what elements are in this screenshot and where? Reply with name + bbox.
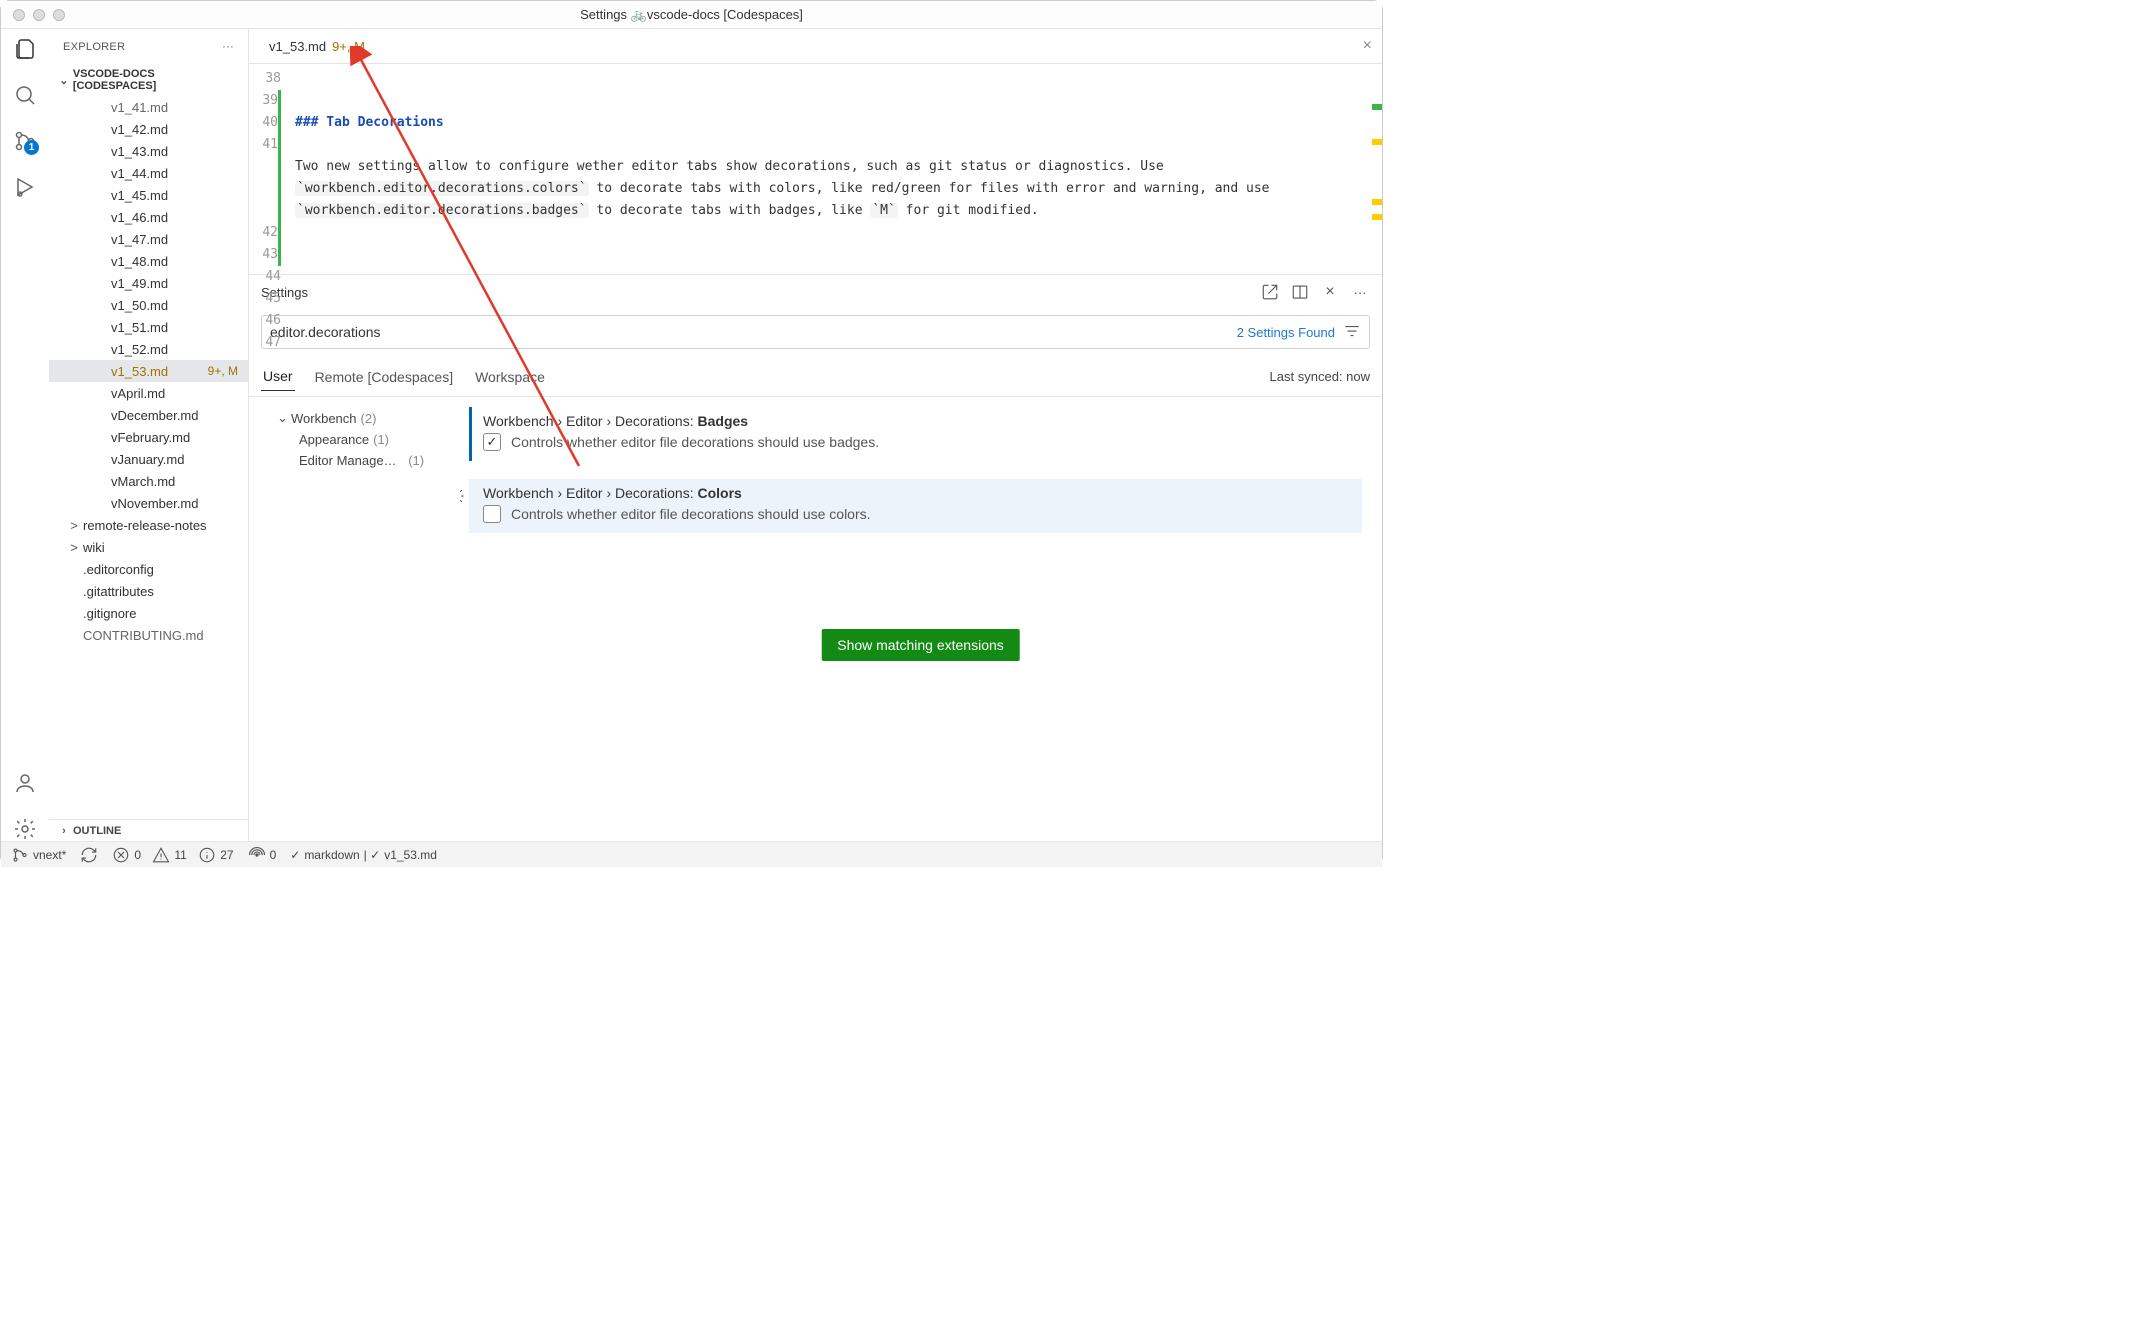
file-item[interactable]: v1_46.md	[49, 206, 248, 228]
sync-icon[interactable]	[80, 846, 98, 864]
problems-indicator[interactable]: 0 11 27	[112, 846, 233, 864]
settings-sync-status: Last synced: now	[1270, 369, 1370, 384]
file-item[interactable]: v1_42.md	[49, 118, 248, 140]
settings-more-icon[interactable]: ···	[1350, 282, 1370, 302]
file-item[interactable]: v1_50.md	[49, 294, 248, 316]
search-icon[interactable]	[13, 83, 37, 107]
account-icon[interactable]	[13, 771, 37, 795]
editor-content[interactable]: ### Tab Decorations Two new settings all…	[289, 64, 1382, 274]
outline-section[interactable]: › OUTLINE	[49, 819, 248, 841]
ports-indicator[interactable]: 0	[248, 846, 277, 864]
language-indicator[interactable]: ✓ markdown | ✓ v1_53.md	[290, 848, 437, 862]
branch-indicator[interactable]: vnext*	[11, 846, 66, 864]
settings-tab-remote[interactable]: Remote [Codespaces]	[313, 363, 456, 391]
editor-pane[interactable]: 38 39 40 41 42 43 44 45 46 47 ### Tab De…	[249, 64, 1382, 274]
zoom-window-icon[interactable]	[53, 9, 65, 21]
settings-pane: Settings × ··· 2 Settings Found User Rem…	[249, 274, 1382, 669]
file-item[interactable]: v1_45.md	[49, 184, 248, 206]
file-item[interactable]: vFebruary.md	[49, 426, 248, 448]
chevron-down-icon: ⌄	[277, 410, 287, 426]
file-item[interactable]: vApril.md	[49, 382, 248, 404]
tab-v1-53[interactable]: v1_53.md 9+, M	[259, 29, 375, 63]
file-item[interactable]: v1_51.md	[49, 316, 248, 338]
tab-label: v1_53.md	[269, 39, 326, 54]
overview-ruler[interactable]	[1368, 64, 1382, 274]
file-item[interactable]: .gitattributes	[49, 580, 248, 602]
sidebar: EXPLORER ··· ⌄ VSCODE-DOCS [CODESPACES] …	[49, 29, 249, 841]
file-item[interactable]: v1_53.md9+, M	[49, 360, 248, 382]
file-item[interactable]: v1_48.md	[49, 250, 248, 272]
settings-list[interactable]: Workbench › Editor › Decorations: Badges…	[459, 397, 1382, 669]
sidebar-title: EXPLORER	[63, 41, 125, 53]
folder-item[interactable]: >wiki	[49, 536, 248, 558]
minimize-window-icon[interactable]	[33, 9, 45, 21]
file-item[interactable]: v1_43.md	[49, 140, 248, 162]
filter-icon[interactable]	[1343, 322, 1361, 343]
toc-editor-management[interactable]: Editor Manage… (1)	[255, 450, 453, 471]
close-settings-icon[interactable]: ×	[1320, 282, 1340, 302]
settings-found-count: 2 Settings Found	[1237, 325, 1335, 340]
more-icon[interactable]: ···	[222, 41, 234, 53]
file-item[interactable]: vDecember.md	[49, 404, 248, 426]
settings-search-input[interactable]	[270, 324, 1229, 340]
close-window-icon[interactable]	[13, 9, 25, 21]
file-item[interactable]: v1_47.md	[49, 228, 248, 250]
setting-checkbox[interactable]	[483, 433, 501, 451]
titlebar: Settings 🚲vscode-docs [Codespaces]	[1, 1, 1382, 29]
setting-item: Workbench › Editor › Decorations: Badges…	[469, 407, 1362, 461]
statusbar: vnext* 0 11 27 0 ✓ markdown | ✓ v1_53.md	[1, 841, 1382, 867]
file-item[interactable]: vMarch.md	[49, 470, 248, 492]
file-item[interactable]: vJanuary.md	[49, 448, 248, 470]
show-matching-extensions-button[interactable]: Show matching extensions	[821, 629, 1020, 661]
file-item[interactable]: v1_52.md	[49, 338, 248, 360]
file-item[interactable]: v1_41.md	[49, 96, 248, 118]
close-editor-icon[interactable]: ×	[1363, 37, 1372, 55]
file-item[interactable]: CONTRIBUTING.md	[49, 624, 248, 646]
tab-status: 9+, M	[332, 39, 365, 54]
chevron-down-icon: ⌄	[59, 74, 69, 87]
open-settings-json-icon[interactable]	[1260, 282, 1280, 302]
settings-toc[interactable]: ⌄Workbench (2) Appearance (1) Editor Man…	[249, 397, 459, 669]
setting-description: Controls whether editor file decorations…	[511, 434, 879, 450]
chevron-right-icon: ›	[59, 825, 69, 837]
settings-gear-icon[interactable]	[13, 817, 37, 841]
toc-workbench[interactable]: ⌄Workbench (2)	[255, 407, 453, 429]
run-debug-icon[interactable]	[13, 175, 37, 199]
toc-appearance[interactable]: Appearance (1)	[255, 429, 453, 450]
file-item[interactable]: vNovember.md	[49, 492, 248, 514]
file-item[interactable]: .editorconfig	[49, 558, 248, 580]
split-editor-icon[interactable]	[1290, 282, 1310, 302]
setting-item: Workbench › Editor › Decorations: Colors…	[469, 479, 1362, 533]
explorer-icon[interactable]	[13, 37, 37, 61]
editor-gutter: 38 39 40 41 42 43 44 45 46 47	[249, 64, 289, 274]
activitybar: 1	[1, 29, 49, 841]
file-tree[interactable]: v1_41.mdv1_42.mdv1_43.mdv1_44.mdv1_45.md…	[49, 96, 248, 819]
settings-search[interactable]: 2 Settings Found	[261, 315, 1370, 349]
file-item[interactable]: .gitignore	[49, 602, 248, 624]
window-controls	[13, 9, 65, 21]
source-control-icon[interactable]: 1	[13, 129, 37, 153]
editor-area: v1_53.md 9+, M × 38 39 40 41 42 43 44 45…	[249, 29, 1382, 841]
setting-gear-icon[interactable]	[459, 487, 465, 508]
tabbar: v1_53.md 9+, M ×	[249, 29, 1382, 64]
file-item[interactable]: v1_44.md	[49, 162, 248, 184]
setting-checkbox[interactable]	[483, 505, 501, 523]
settings-tab-user[interactable]: User	[261, 362, 295, 391]
folder-item[interactable]: >remote-release-notes	[49, 514, 248, 536]
workspace-folder-header[interactable]: ⌄ VSCODE-DOCS [CODESPACES]	[49, 64, 248, 96]
file-item[interactable]: v1_49.md	[49, 272, 248, 294]
window-title: Settings 🚲vscode-docs [Codespaces]	[580, 7, 803, 23]
settings-tab-workspace[interactable]: Workspace	[473, 363, 547, 391]
setting-description: Controls whether editor file decorations…	[511, 506, 871, 522]
scm-badge: 1	[24, 140, 39, 155]
